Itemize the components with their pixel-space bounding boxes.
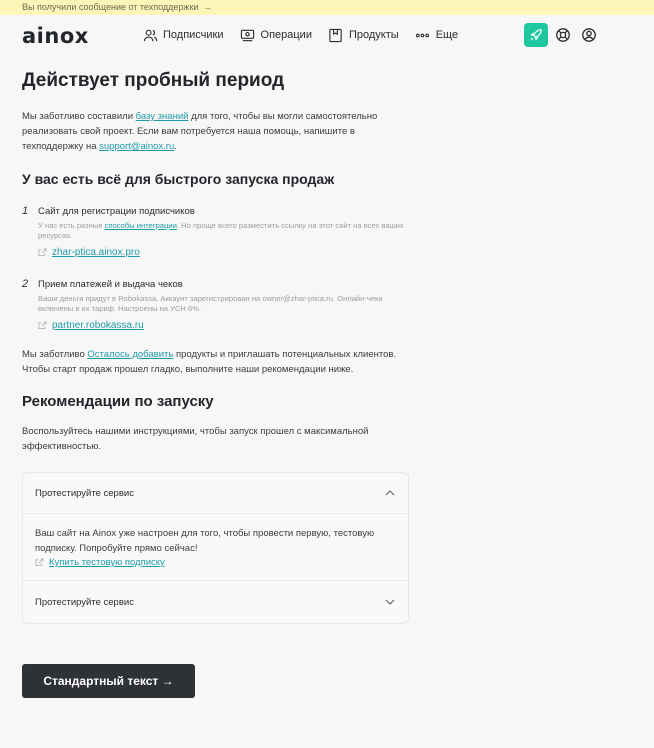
support-email-link[interactable]: support@ainox.ru — [99, 141, 174, 152]
recommendations-text: Воспользуйтесь нашими инструкциями, чтоб… — [22, 426, 369, 452]
lifebuoy-icon[interactable] — [555, 27, 571, 43]
intro-paragraph: Мы заботливо составили базу знаний для т… — [22, 109, 412, 154]
nav-item-operations[interactable]: Операции — [240, 27, 312, 43]
section-quick-start-title: У вас есть всё для быстрого запуска прод… — [22, 171, 335, 187]
launch-button[interactable] — [524, 23, 548, 47]
users-icon — [142, 27, 158, 43]
operations-icon — [240, 27, 256, 43]
arrow-right-icon: → — [202, 2, 212, 12]
site-link-row: zhar-ptica.ainox.pro — [38, 247, 412, 258]
accordion-header-test-service[interactable]: Протестируйте сервис — [23, 473, 408, 513]
external-link-icon — [38, 248, 47, 257]
step-desc-text: У нас есть разные — [38, 221, 105, 230]
after-steps-text: Мы заботливо — [22, 349, 88, 360]
support-notice-text: Вы получили сообщение от техподдержки — [22, 2, 199, 12]
step-site: 1 Сайт для регистрации подписчиков У нас… — [22, 205, 412, 258]
step-title: Сайт для регистрации подписчиков — [38, 206, 195, 217]
chevron-up-icon — [385, 490, 395, 496]
intro-text: Мы заботливо составили — [22, 111, 136, 122]
accordion-header-test-service-2[interactable]: Протестируйте сервис — [23, 581, 408, 623]
robokassa-link-row: partner.robokassa.ru — [38, 320, 412, 331]
ainox-logo[interactable]: ainox — [22, 24, 89, 48]
buy-test-link-row: Купить тестовую подписку — [35, 557, 396, 568]
step-number: 1 — [22, 205, 29, 217]
integration-methods-link[interactable]: способы интеграции — [105, 221, 177, 230]
user-icon[interactable] — [581, 27, 597, 43]
nav-item-subscribers[interactable]: Подписчики — [142, 27, 224, 43]
recommendations-accordion: Протестируйте сервис Ваш сайт на Ainox у… — [22, 472, 409, 624]
buy-test-subscription-link[interactable]: Купить тестовую подписку — [49, 557, 165, 568]
accordion-title: Протестируйте сервис — [35, 596, 134, 608]
main-content: Действует пробный период Мы заботливо со… — [22, 70, 412, 624]
main-nav: Подписчики Операции Продукты Еще — [142, 27, 474, 43]
step-description: У нас есть разные способы интеграции. Но… — [38, 221, 412, 241]
external-link-icon — [35, 558, 44, 567]
site-link[interactable]: zhar-ptica.ainox.pro — [52, 247, 140, 258]
knowledge-base-link[interactable]: базу знаний — [136, 111, 189, 122]
after-steps-paragraph: Мы заботливо Осталось добавить продукты … — [22, 347, 412, 377]
step-title: Прием платежей и выдача чеков — [38, 279, 183, 290]
products-icon — [328, 27, 344, 43]
top-header: ainox Подписчики Операции Продукты Еще — [0, 15, 654, 55]
nav-label-operations: Операции — [260, 29, 312, 41]
support-notice-bar[interactable]: Вы получили сообщение от техподдержки → — [0, 0, 654, 15]
more-icon — [415, 27, 431, 43]
add-products-link[interactable]: Осталось добавить — [87, 349, 173, 360]
nav-item-more[interactable]: Еще — [415, 27, 458, 43]
rocket-icon — [530, 29, 542, 41]
nav-label-subscribers: Подписчики — [163, 29, 224, 41]
nav-label-products: Продукты — [348, 29, 399, 41]
page-title: Действует пробный период — [22, 70, 285, 91]
step-number: 2 — [22, 278, 29, 290]
nav-label-more: Еще — [435, 29, 459, 41]
section-recommendations-title: Рекомендации по запуску — [22, 393, 214, 410]
robokassa-link[interactable]: partner.robokassa.ru — [52, 320, 144, 331]
accordion-title: Протестируйте сервис — [35, 487, 134, 499]
external-link-icon — [38, 321, 47, 330]
step-description: Ваши деньги придут в Robokassa. Аккаунт … — [38, 294, 383, 313]
nav-item-products[interactable]: Продукты — [328, 27, 399, 43]
intro-text: . — [174, 141, 177, 152]
accordion-body-text: Ваш сайт на Ainox уже настроен для того,… — [35, 528, 375, 554]
standard-text-button[interactable]: Стандартный текст → — [22, 664, 195, 698]
step-payments: 2 Прием платежей и выдача чеков Ваши ден… — [22, 278, 412, 331]
accordion-body-test-service: Ваш сайт на Ainox уже настроен для того,… — [23, 513, 408, 581]
chevron-down-icon — [385, 599, 395, 605]
